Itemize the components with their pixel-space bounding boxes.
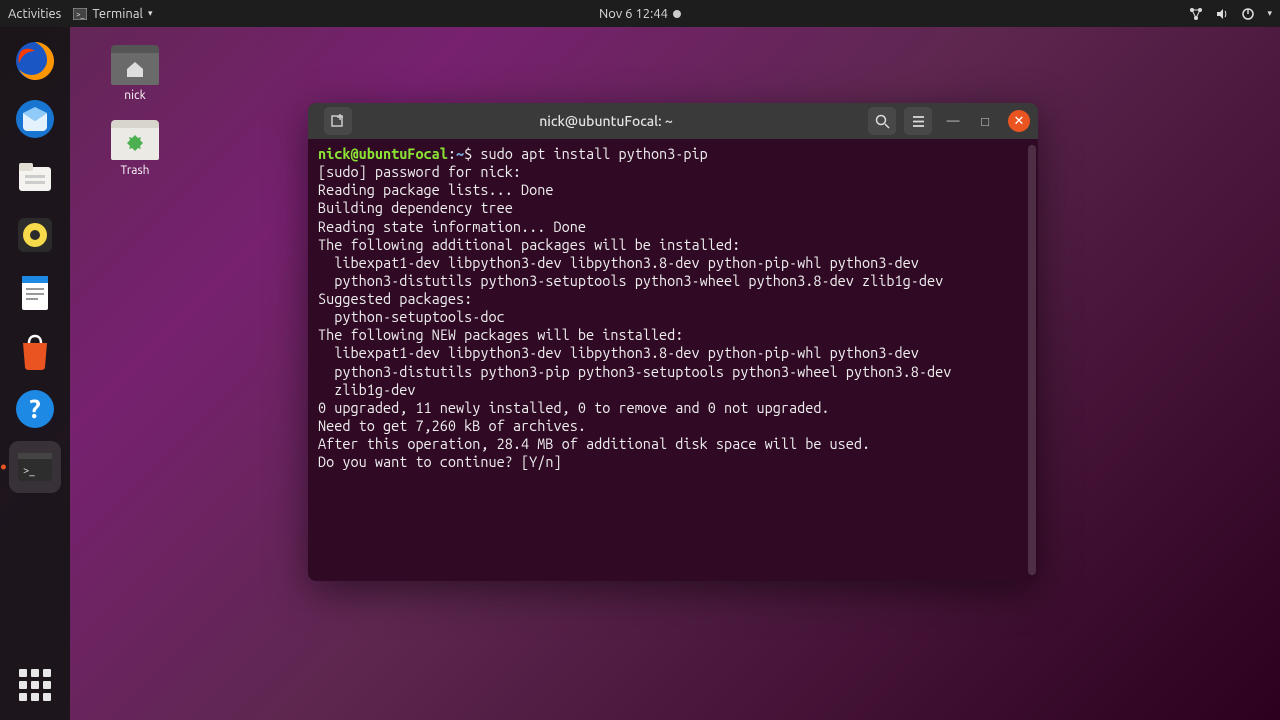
files-icon — [13, 155, 57, 199]
svg-text:>_: >_ — [76, 10, 85, 19]
clock[interactable]: Nov 6 12:44 — [599, 7, 681, 21]
prompt-user: nick@ubuntuFocal — [318, 145, 448, 162]
prompt-path: ~ — [456, 145, 464, 162]
menu-button[interactable] — [904, 107, 932, 135]
dock-writer[interactable] — [9, 267, 61, 319]
command-text: sudo apt install python3-pip — [480, 145, 707, 162]
clock-text: Nov 6 12:44 — [599, 7, 668, 21]
svg-text:?: ? — [29, 394, 40, 423]
network-icon — [1189, 7, 1203, 21]
trash-icon — [111, 120, 159, 160]
speaker-app-icon — [13, 213, 57, 257]
window-title: nick@ubuntuFocal: ~ — [352, 113, 860, 129]
power-icon — [1241, 7, 1255, 21]
close-button[interactable]: ✕ — [1008, 110, 1030, 132]
app-menu[interactable]: >_ Terminal ▾ — [73, 7, 152, 21]
thunderbird-icon — [13, 97, 57, 141]
dock-files[interactable] — [9, 151, 61, 203]
power-indicator[interactable] — [1241, 7, 1255, 21]
search-button[interactable] — [868, 107, 896, 135]
dock-firefox[interactable] — [9, 35, 61, 87]
volume-indicator[interactable] — [1215, 7, 1229, 21]
dock-software[interactable] — [9, 325, 61, 377]
maximize-button[interactable]: □ — [976, 112, 994, 130]
desktop-home-label: nick — [100, 89, 170, 102]
terminal-app-icon: >_ — [73, 8, 87, 20]
minimize-button[interactable]: — — [944, 112, 962, 130]
folder-home-icon — [111, 45, 159, 85]
maximize-icon: □ — [981, 114, 989, 129]
apps-grid-icon — [19, 669, 51, 701]
terminal-output: [sudo] password for nick: Reading packag… — [318, 163, 951, 470]
terminal-body[interactable]: nick@ubuntuFocal:~$ sudo apt install pyt… — [308, 139, 1038, 581]
new-tab-button[interactable] — [324, 107, 352, 135]
svg-text:>_: >_ — [23, 465, 35, 477]
desktop-home-folder[interactable]: nick — [100, 45, 170, 102]
app-menu-label: Terminal — [92, 7, 143, 21]
titlebar[interactable]: nick@ubuntuFocal: ~ — □ ✕ — [308, 103, 1038, 139]
hamburger-icon — [911, 114, 926, 129]
speaker-icon — [1215, 7, 1229, 21]
prompt-symbol: $ — [464, 145, 472, 162]
desktop-trash-label: Trash — [100, 164, 170, 177]
activities-label: Activities — [8, 7, 61, 21]
help-icon: ? — [13, 387, 57, 431]
minimize-icon: — — [947, 114, 960, 128]
dock-thunderbird[interactable] — [9, 93, 61, 145]
firefox-icon — [13, 39, 57, 83]
search-icon — [875, 114, 890, 129]
dock-terminal[interactable]: >_ — [9, 441, 61, 493]
desktop-trash[interactable]: Trash — [100, 120, 170, 177]
dock-help[interactable]: ? — [9, 383, 61, 435]
chevron-down-icon: ▾ — [1267, 8, 1272, 19]
new-tab-icon — [330, 113, 346, 129]
dock-rhythmbox[interactable] — [9, 209, 61, 261]
show-applications[interactable] — [9, 668, 61, 720]
scrollbar[interactable] — [1028, 145, 1036, 575]
activities-button[interactable]: Activities — [8, 7, 61, 21]
terminal-icon: >_ — [13, 445, 57, 489]
document-icon — [13, 271, 57, 315]
dock: ? >_ — [0, 27, 70, 720]
notification-dot-icon — [673, 10, 681, 18]
close-icon: ✕ — [1014, 114, 1025, 129]
network-indicator[interactable] — [1189, 7, 1203, 21]
top-bar: Activities >_ Terminal ▾ Nov 6 12:44 ▾ — [0, 0, 1280, 27]
desktop-icons: nick Trash — [100, 45, 170, 195]
chevron-down-icon: ▾ — [148, 8, 153, 19]
terminal-window: nick@ubuntuFocal: ~ — □ ✕ nick@ubuntuFoc… — [308, 103, 1038, 581]
shopping-bag-icon — [13, 329, 57, 373]
